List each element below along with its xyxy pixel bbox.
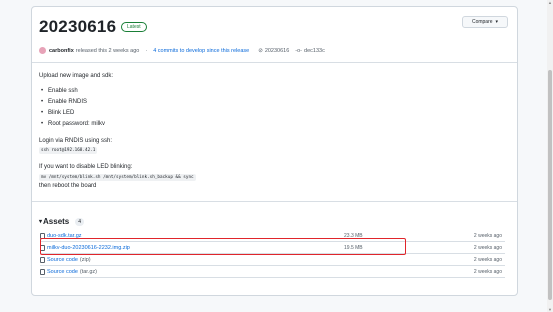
note-item: Enable RNDIS — [41, 99, 87, 105]
commit-icon: -o- — [295, 47, 303, 54]
release-title: 20230616 — [39, 17, 117, 36]
asset-link[interactable]: Source code (zip) — [40, 257, 91, 263]
asset-date: 2 weeks ago — [473, 233, 502, 239]
assets-heading: Assets — [43, 217, 70, 226]
divider — [32, 201, 517, 202]
asset-format: (tar.gz) — [79, 269, 98, 275]
scrollbar[interactable]: ▲ ▼ — [547, 0, 553, 312]
login-text: Login via RNDIS using ssh: — [39, 138, 113, 144]
asset-name: Source code — [47, 269, 78, 275]
asset-date: 2 weeks ago — [473, 257, 502, 263]
divider — [32, 62, 517, 63]
disable-text: If you want to disable LED blinking: — [39, 164, 133, 170]
note-item: Blink LED — [41, 110, 74, 116]
compare-button[interactable]: Compare ▾ — [462, 16, 508, 28]
asset-date: 2 weeks ago — [473, 269, 502, 275]
login-code-line: ssh root@192.168.42.1 — [39, 147, 98, 154]
tag-icon: ⊘ — [258, 47, 263, 54]
scroll-up-icon[interactable]: ▲ — [548, 0, 552, 5]
scrollbar-thumb[interactable] — [548, 70, 552, 300]
asset-row: Source code (tar.gz) 2 weeks ago — [40, 267, 505, 278]
login-command: ssh root@192.168.42.1 — [39, 147, 98, 154]
assets-count: 4 — [75, 217, 85, 226]
compare-label: Compare — [471, 19, 493, 25]
disable-code-line: mv /mnt/system/blink.sh /mnt/system/blin… — [39, 174, 196, 181]
file-zip-icon — [40, 269, 45, 275]
scroll-down-icon[interactable]: ▼ — [548, 307, 552, 312]
latest-badge: Latest — [121, 22, 147, 32]
file-zip-icon — [40, 257, 45, 263]
note-item: Root password: milkv — [41, 121, 105, 127]
notes-intro: Upload new image and sdk: — [39, 73, 114, 79]
asset-date: 2 weeks ago — [473, 245, 502, 251]
commit-link[interactable]: dec133c — [304, 48, 325, 54]
tag-link[interactable]: 20230616 — [265, 48, 289, 54]
author-link[interactable]: carbonfix — [49, 48, 74, 54]
disable-command: mv /mnt/system/blink.sh /mnt/system/blin… — [39, 174, 196, 181]
chevron-down-icon: ▾ — [495, 19, 499, 25]
released-text: released this 2 weeks ago — [75, 47, 140, 54]
avatar[interactable] — [39, 47, 46, 54]
highlight-box — [40, 238, 406, 255]
asset-row: Source code (zip) 2 weeks ago — [40, 255, 505, 266]
commits-link[interactable]: 4 commits to develop since this release — [153, 48, 249, 54]
release-meta: carbonfix released this 2 weeks ago · 4 … — [39, 47, 325, 54]
asset-format: (zip) — [79, 257, 91, 263]
assets-toggle[interactable]: ▾ Assets 4 — [39, 217, 85, 226]
divider-dot: · — [145, 47, 148, 54]
asset-link[interactable]: Source code (tar.gz) — [40, 269, 97, 275]
note-item: Enable ssh — [41, 88, 78, 94]
reboot-text: then reboot the board — [39, 183, 97, 189]
asset-name: Source code — [47, 257, 78, 263]
caret-down-icon: ▾ — [39, 219, 43, 225]
